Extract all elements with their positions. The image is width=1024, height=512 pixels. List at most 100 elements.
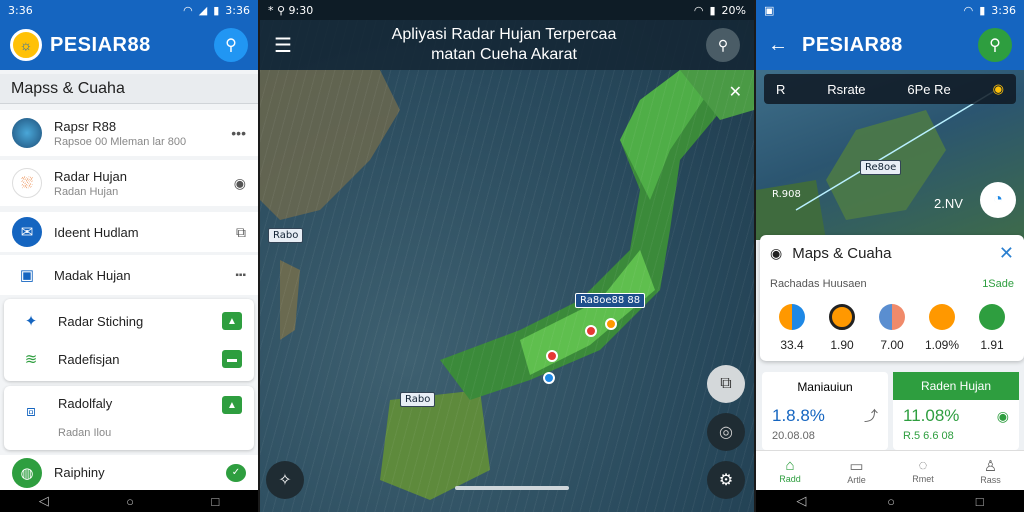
share-icon[interactable]: ⧉ <box>236 224 246 241</box>
weather-icon <box>779 304 805 330</box>
list-item-title: Radar Hujan <box>54 168 127 184</box>
list-item[interactable]: ⧈ Radolfaly Radan Ilou ▲ <box>4 390 254 446</box>
left-screen: 3:36 ◠ ◢ ▮ 3:36 ☼ PESIAR88 ⚲ Mapss & Cua… <box>0 0 258 512</box>
list-item-title: Rapsr R88 <box>54 118 117 134</box>
home-nav-icon[interactable]: ○ <box>126 494 134 509</box>
sheet-subtitle-right: 1Sade <box>982 278 1014 290</box>
forecast-item[interactable]: 1.09% <box>920 304 964 352</box>
app-bar: ☼ PESIAR88 ⚲ <box>0 20 258 70</box>
close-icon[interactable]: ✕ <box>729 82 742 102</box>
forecast-value: 33.4 <box>780 338 804 352</box>
forecast-item[interactable]: 7.00 <box>870 304 914 352</box>
list-item-title: Madak Hujan <box>54 267 131 283</box>
location-pin[interactable] <box>585 325 597 337</box>
bolt-icon: ✦ <box>24 313 38 330</box>
map-label: Rabo <box>400 392 436 407</box>
bottom-nav: ⌂ Radd ▭ Artle ◌ Rmet ♙ Rass <box>756 450 1024 490</box>
map-title: Apliyasi Radar Hujan Terpercaa matan Cue… <box>302 25 706 65</box>
status-icons: ◠ ▮ 20% <box>694 4 746 17</box>
list-item-subtitle: Rapsoe 00 Mleman lar 800 <box>54 135 187 148</box>
tab-label: Artle <box>847 474 866 485</box>
map-callout[interactable]: Ra8oe88 88 <box>575 293 646 308</box>
list-item-title: Raiphiny <box>54 465 105 480</box>
location-pin[interactable] <box>546 350 558 362</box>
tab-article[interactable]: ▭ Artle <box>847 457 866 485</box>
close-icon[interactable]: ✕ <box>999 243 1014 264</box>
locate-button[interactable]: ◎ <box>707 413 745 451</box>
list-item[interactable]: Rapsr R88 Rapsoe 00 Mleman lar 800 ••• <box>0 110 258 156</box>
battery-icon: ▮ <box>709 3 716 17</box>
status-badge[interactable]: ▲ <box>222 396 242 414</box>
home-nav-icon[interactable]: ○ <box>887 494 895 509</box>
rain-icon <box>979 304 1005 330</box>
list-item-title: Ideent Hudlam <box>54 224 139 240</box>
tab-home[interactable]: ⌂ Radd <box>779 457 801 484</box>
article-icon: ▭ <box>849 457 864 475</box>
back-arrow-icon[interactable]: ← <box>768 34 802 57</box>
forecast-item[interactable]: 1.90 <box>820 304 864 352</box>
list-item[interactable]: ✦ Radar Stiching ▲ <box>4 303 254 339</box>
stat-small: R.5 6.6 08 <box>903 430 954 442</box>
stat-card[interactable]: Raden Hujan 11.08% ◉ R.5 6.6 08 <box>893 372 1019 450</box>
home-icon: ⌂ <box>785 457 795 474</box>
status-icons: ◠ ◢ ▮ 3:36 <box>183 4 250 17</box>
more-icon[interactable]: ••• <box>231 125 246 141</box>
sun-icon <box>829 304 855 330</box>
layers-icon: ⧉ <box>720 375 732 392</box>
right-screen: ▣ ◠ ▮ 3:36 ← PESIAR88 ⚲ R Rsrate 6Pe Re … <box>756 0 1024 512</box>
info-sheet: ◉ Maps & Cuaha ✕ Rachadas Huusaen 1Sade … <box>760 235 1024 361</box>
locate-button[interactable]: ◔ <box>980 182 1016 218</box>
menu-icon[interactable]: ☰ <box>274 33 302 58</box>
battery-icon: ▮ <box>979 3 986 17</box>
tab-profile[interactable]: ♙ Rass <box>980 457 1001 485</box>
map-title-line1: Apliyasi Radar Hujan Terpercaa <box>391 26 617 43</box>
feature-card: ⧈ Radolfaly Radan Ilou ▲ <box>4 386 254 450</box>
forecast-value: 1.91 <box>980 338 1004 352</box>
mid-screen: * ⚲ 9:30 ◠ ▮ 20% ☰ Apliyasi Radar Hujan … <box>260 0 754 512</box>
section-title: Mapss & Cuaha <box>0 74 258 104</box>
list-item[interactable]: ✉ Ideent Hudlam ⧉ <box>0 212 258 252</box>
search-button[interactable]: ⚲ <box>214 28 248 62</box>
status-time: 3:36 <box>991 3 1016 17</box>
location-pin[interactable] <box>543 372 555 384</box>
stat-card[interactable]: Maniauiun 1.8.8% ⤴ 20.08.08 <box>762 372 888 450</box>
map-top-bar: ☰ Apliyasi Radar Hujan Terpercaa matan C… <box>260 20 754 70</box>
signal-icon: ◢ <box>198 3 208 17</box>
status-badge[interactable]: ▲ <box>222 312 242 330</box>
list-item-title: Radar Stiching <box>58 313 144 329</box>
settings-button[interactable]: ⚙ <box>707 461 745 499</box>
map-label: Re8oe <box>860 160 902 175</box>
recents-nav-icon[interactable]: □ <box>211 494 219 509</box>
forecast-item[interactable]: 1.91 <box>970 304 1014 352</box>
forecast-value: 1.09% <box>924 338 960 352</box>
location-pin[interactable] <box>605 318 617 330</box>
back-nav-icon[interactable]: ◁ <box>39 493 49 509</box>
status-badge[interactable]: ▬ <box>222 350 242 368</box>
target-icon: ◎ <box>719 424 733 441</box>
search-button[interactable]: ⚲ <box>706 28 740 62</box>
brand-title: PESIAR88 <box>50 33 151 56</box>
layers-button[interactable]: ⧉ <box>707 365 745 403</box>
compass-button[interactable]: ✧ <box>266 461 304 499</box>
map-label: Rabo <box>268 228 304 243</box>
forecast-item[interactable]: 33.4 <box>770 304 814 352</box>
avatar <box>12 118 42 148</box>
list-item[interactable]: ⛆ Radar Hujan Radan Hujan ◉ <box>0 160 258 206</box>
eye-icon[interactable]: ◉ <box>234 175 246 192</box>
list-item[interactable]: ◍ Raiphiny ✓ <box>0 455 258 490</box>
radar-icon: ⛆ <box>12 168 42 198</box>
status-time: 3:36 <box>8 3 33 17</box>
target-icon: ◔ <box>993 191 1003 208</box>
user-icon: ♙ <box>983 457 998 475</box>
battery-icon: ▮ <box>213 3 220 17</box>
back-nav-icon[interactable]: ◁ <box>796 493 806 509</box>
list-item[interactable]: ≋ Radefisjan ▬ <box>4 341 254 377</box>
list-item[interactable]: ▣ Madak Hujan ▪▪▪ <box>0 255 258 295</box>
search-icon: ⚲ <box>225 37 237 54</box>
recents-nav-icon[interactable]: □ <box>976 494 984 509</box>
search-button[interactable]: ⚲ <box>978 28 1012 62</box>
status-battery-percent: 20% <box>721 3 746 17</box>
tab-chat[interactable]: ◌ Rmet <box>912 457 934 484</box>
check-badge[interactable]: ✓ <box>226 463 246 482</box>
options-icon[interactable]: ▪▪▪ <box>235 270 246 281</box>
